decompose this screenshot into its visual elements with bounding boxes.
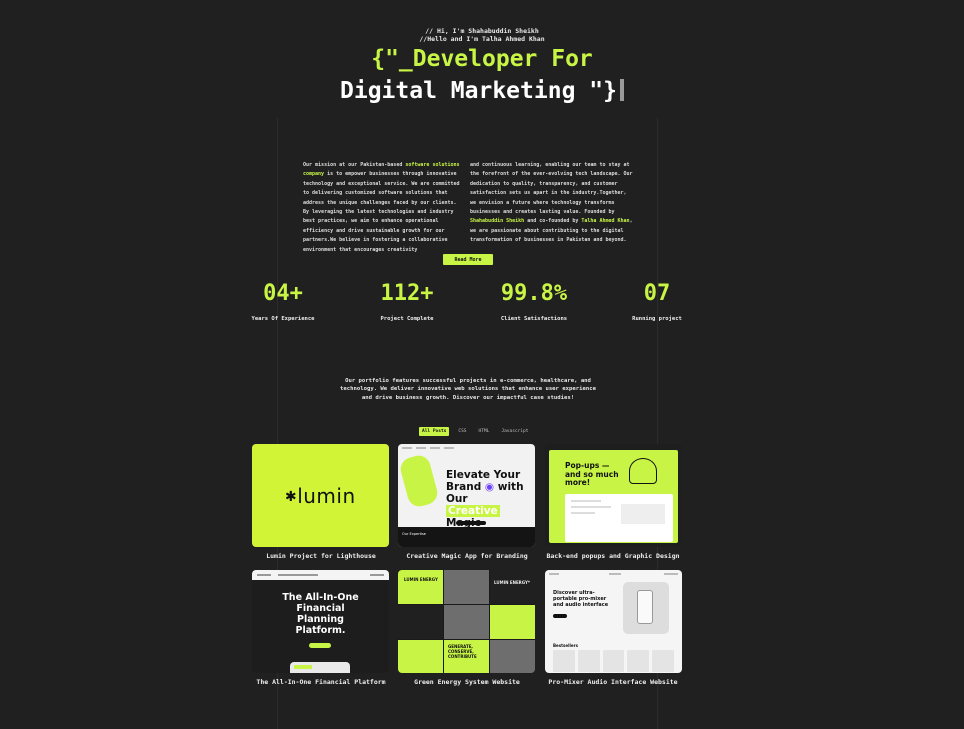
thumb-subtitle: Bestsellers: [553, 643, 578, 648]
stat-experience: 04+ Years Of Experience: [223, 281, 343, 322]
thumb-text: GENERATE, CONSERVE, CONTRIBUTE: [448, 644, 477, 659]
thumb-text: Creative: [446, 505, 500, 517]
about-column-2: and continuous learning, enabling our te…: [470, 161, 634, 246]
project-card-popups[interactable]: Pop-ups — and so much more!: [545, 444, 682, 547]
thumb-nav: [402, 447, 531, 451]
project-card-lumin[interactable]: ✱ lumin: [252, 444, 389, 547]
stat-value: 112+: [380, 281, 434, 306]
thumb-nav: [252, 570, 389, 580]
project-card-creative-magic[interactable]: Elevate YourBrand ◉ with OurCreative Mag…: [398, 444, 535, 547]
about-text: and continuous learning, enabling our te…: [470, 162, 633, 216]
filter-javascript[interactable]: Javascript: [498, 427, 531, 436]
thumb-tile: [490, 605, 535, 639]
stat-value: 99.8%: [500, 281, 568, 306]
hero-title-line-1: {"_Developer For: [371, 46, 593, 72]
thumb-bar: [456, 521, 486, 525]
stat-label: Client Satisfactions: [500, 316, 568, 322]
thumb-tile: [398, 605, 443, 639]
thumb-device: [623, 582, 669, 634]
project-caption[interactable]: Back-end popups and Graphic Design: [523, 552, 703, 560]
hero-title-line-2: Digital Marketing "}: [0, 78, 964, 104]
project-card-financial[interactable]: The All-In-One Financial Planning Platfo…: [252, 570, 389, 673]
hero-greeting-1: // Hi, I'm Shahabuddin Sheikh: [425, 27, 539, 35]
portfolio-filters: All Posts CSS HTML Javascript: [419, 427, 531, 436]
thumb-text: LUMIN ENERGY: [404, 577, 438, 582]
thumb-photo: [444, 605, 489, 639]
project-card-pro-mixer[interactable]: Discover ultra-portable pro-mixer and au…: [545, 570, 682, 673]
thumb-screenshot: [565, 494, 673, 542]
project-caption[interactable]: Pro-Mixer Audio Interface Website: [523, 678, 703, 686]
thumb-footer: Our Expertise: [398, 527, 535, 547]
thumb-nav: [549, 573, 678, 576]
thumb-cta: [553, 614, 567, 618]
thumb-text: Elevate Your: [446, 469, 521, 481]
stat-value: 07: [643, 281, 671, 306]
read-more-button[interactable]: Read More: [443, 254, 493, 265]
thumb-photo: [490, 640, 535, 673]
thumb-headline: The All-In-One Financial Planning Platfo…: [282, 592, 359, 636]
thumb-text: LUMIN ENERGY*: [494, 580, 530, 585]
founder-link-1[interactable]: Shahabuddin Sheikh: [470, 218, 524, 224]
filter-html[interactable]: HTML: [476, 427, 493, 436]
illustration-icon: [629, 458, 657, 484]
stat-running: 07 Running project: [597, 281, 717, 322]
circle-icon: ◉: [484, 481, 495, 493]
thumb-headline: Elevate YourBrand ◉ with OurCreative Mag…: [446, 469, 535, 529]
hero-greeting-2: //Hello and I'm Talha Ahmed Khan: [419, 35, 545, 43]
thumb-tile: [490, 570, 535, 604]
stat-label: Years Of Experience: [251, 316, 315, 322]
project-card-green-energy[interactable]: LUMIN ENERGY GENERATE, CONSERVE, CONTRIB…: [398, 570, 535, 673]
thumb-product-row: [553, 650, 674, 672]
asterisk-logo-icon: ✱: [285, 485, 297, 506]
lumin-logo-text: lumin: [297, 483, 356, 508]
stat-label: Project Complete: [380, 316, 434, 322]
stat-projects: 112+ Project Complete: [347, 281, 467, 322]
thumb-device: [290, 662, 350, 673]
founder-link-2[interactable]: Talha Ahmed Khan: [581, 218, 629, 224]
thumb-headline: Pop-ups — and so much more!: [565, 461, 619, 487]
thumb-footer-text: Our Expertise: [402, 532, 426, 536]
typing-cursor: [619, 79, 624, 101]
about-text: Our mission at our Pakistan-based: [303, 162, 406, 168]
about-column-1: Our mission at our Pakistan-based softwa…: [303, 161, 465, 255]
about-text: is to empower businesses through innovat…: [303, 171, 460, 253]
thumb-headline: Discover ultra-portable pro-mixer and au…: [553, 590, 609, 608]
thumb-tile: [398, 640, 443, 673]
stat-label: Running project: [632, 316, 682, 322]
thumb-shape: [398, 452, 440, 510]
thumb-tile: [398, 570, 443, 604]
hero-title-line-2-text: Digital Marketing "}: [340, 78, 617, 104]
portfolio-intro: Our portfolio features successful projec…: [340, 378, 596, 401]
filter-css[interactable]: CSS: [455, 427, 469, 436]
stat-value: 04+: [263, 281, 303, 306]
filter-all-posts[interactable]: All Posts: [419, 427, 450, 436]
stat-satisfaction: 99.8% Client Satisfactions: [474, 281, 594, 322]
thumb-photo: [444, 570, 489, 604]
thumb-text: Brand: [446, 481, 482, 493]
about-text: and co-founded by: [524, 218, 582, 225]
thumb-cta: [309, 643, 331, 648]
